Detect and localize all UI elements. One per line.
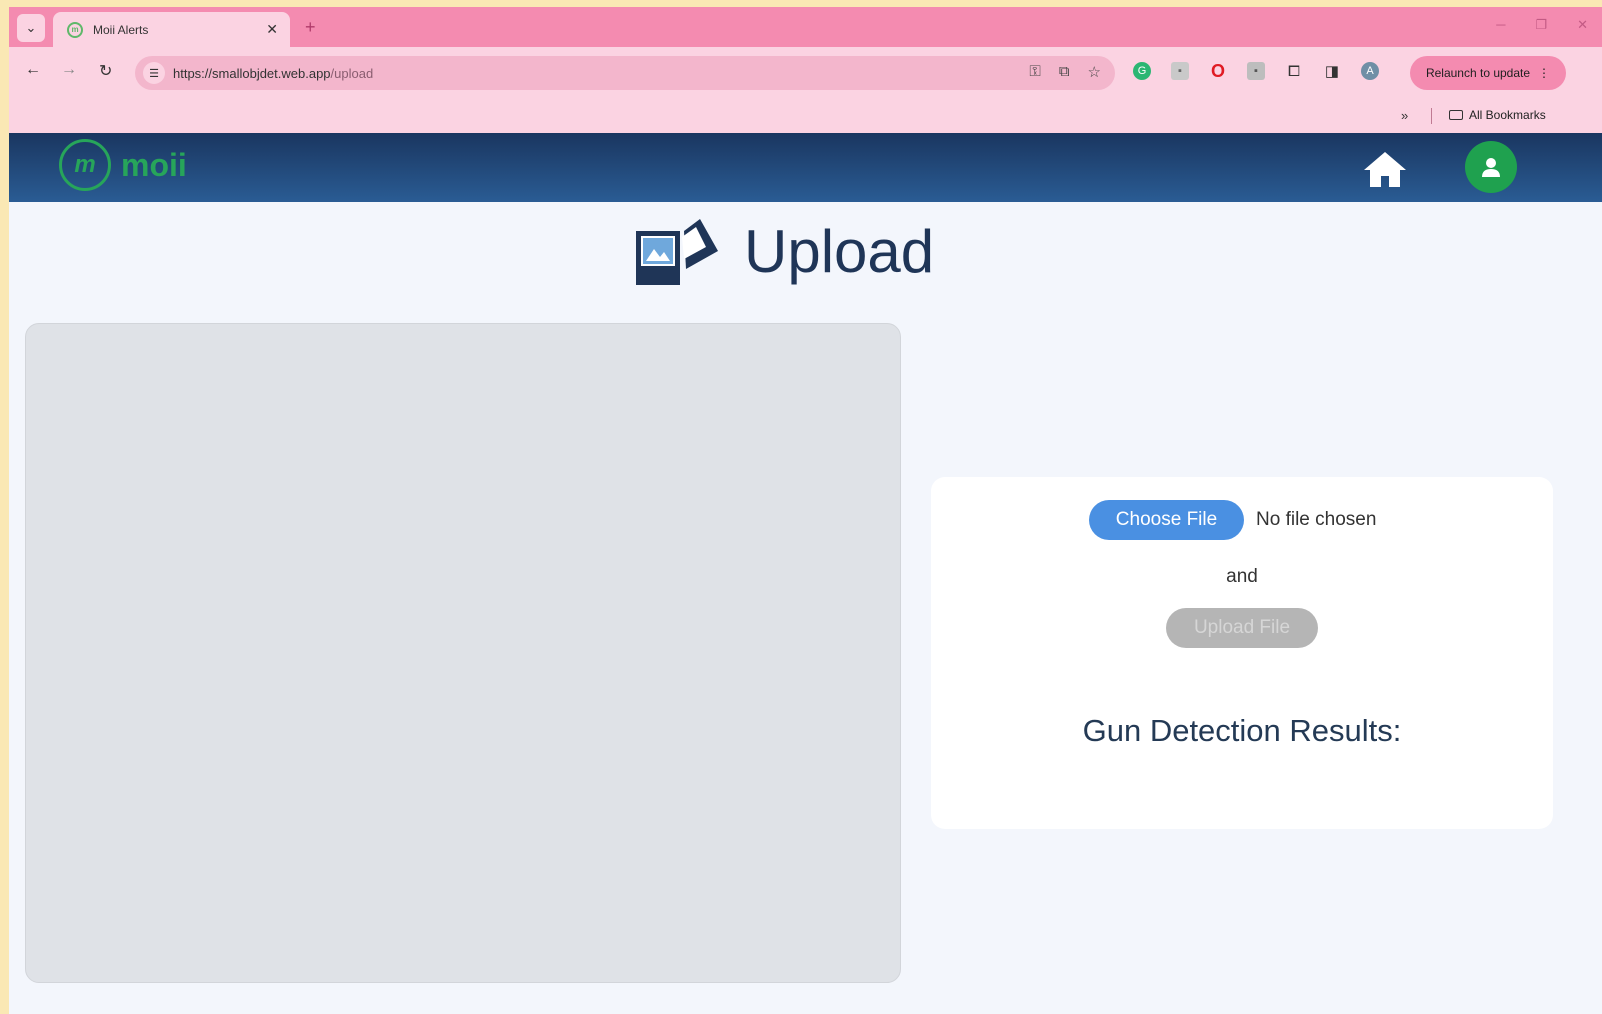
- address-bar[interactable]: ☰ https://smallobjdet.web.app/upload ⚿ ⧉…: [135, 56, 1115, 90]
- user-icon: [1482, 158, 1500, 177]
- bookmarks-overflow-icon[interactable]: »: [1401, 108, 1408, 123]
- all-bookmarks-label: All Bookmarks: [1469, 108, 1546, 122]
- and-text: and: [1226, 566, 1258, 587]
- results-heading: Gun Detection Results:: [1082, 713, 1402, 748]
- back-arrow-icon[interactable]: ←: [25, 61, 41, 79]
- relaunch-button[interactable]: Relaunch to update ⋮: [1410, 56, 1566, 90]
- all-bookmarks-button[interactable]: All Bookmarks: [1449, 108, 1546, 122]
- page-title-area: Upload: [634, 215, 934, 287]
- opera-extension-icon[interactable]: O: [1209, 61, 1227, 81]
- forward-arrow-icon[interactable]: →: [61, 61, 77, 79]
- chevron-down-icon: ⌄: [25, 20, 37, 35]
- user-avatar-button[interactable]: [1465, 141, 1517, 193]
- choose-file-button[interactable]: Choose File: [1089, 500, 1244, 540]
- relaunch-label: Relaunch to update: [1425, 66, 1531, 80]
- app-header: m moii: [9, 133, 1602, 202]
- upload-card: Choose File No file chosen and Upload Fi…: [931, 477, 1553, 829]
- browser-window: ⌄ m Moii Alerts ✕ + ─ ❐ ✕ ← → ↻ ☰ https:…: [9, 7, 1602, 1014]
- side-panel-icon[interactable]: ◨: [1323, 62, 1341, 80]
- restore-icon[interactable]: ❐: [1535, 17, 1547, 33]
- grammarly-extension-icon[interactable]: G: [1133, 62, 1151, 80]
- extension-icon[interactable]: ▪: [1247, 62, 1265, 80]
- reload-icon[interactable]: ↻: [99, 61, 112, 81]
- tab-search-button[interactable]: ⌄: [17, 14, 45, 42]
- moii-logo-mark-icon: m: [59, 139, 111, 191]
- bookmarks-separator: [1431, 108, 1432, 124]
- file-status-text: No file chosen: [1256, 509, 1377, 530]
- url-text[interactable]: https://smallobjdet.web.app/upload: [173, 66, 373, 81]
- image-preview-area: [25, 323, 901, 983]
- home-icon[interactable]: [1362, 149, 1408, 189]
- install-app-icon[interactable]: ⧉: [1059, 63, 1070, 81]
- moii-logo[interactable]: m moii: [59, 139, 187, 191]
- browser-toolbar: ← → ↻ ☰ https://smallobjdet.web.app/uplo…: [9, 47, 1602, 99]
- password-key-icon[interactable]: ⚿: [1029, 63, 1040, 81]
- extensions-area: G ▪ O ▪ ⧠ ◨ A: [1133, 61, 1379, 81]
- tab-strip: ⌄ m Moii Alerts ✕ + ─ ❐ ✕: [9, 7, 1602, 47]
- tab-title: Moii Alerts: [93, 22, 149, 37]
- close-window-icon[interactable]: ✕: [1577, 17, 1588, 33]
- close-tab-icon[interactable]: ✕: [266, 21, 278, 38]
- puzzle-extensions-icon[interactable]: ⧠: [1285, 62, 1303, 80]
- bookmarks-bar: » All Bookmarks: [9, 99, 1602, 133]
- profile-icon[interactable]: A: [1361, 62, 1379, 80]
- new-tab-button[interactable]: +: [305, 17, 316, 38]
- bookmark-star-icon[interactable]: ☆: [1088, 63, 1101, 81]
- page-title: Upload: [744, 217, 935, 285]
- upload-file-button[interactable]: Upload File: [1166, 608, 1318, 648]
- browser-tab[interactable]: m Moii Alerts ✕: [53, 12, 290, 47]
- more-vert-icon: ⋮: [1538, 66, 1551, 80]
- window-controls: ─ ❐ ✕: [1496, 17, 1588, 33]
- image-upload-icon: [636, 219, 718, 285]
- url-path: /upload: [330, 65, 374, 81]
- logo-text: moii: [121, 146, 187, 183]
- moii-favicon-icon: m: [67, 21, 83, 38]
- address-bar-actions: ⚿ ⧉ ☆: [1029, 63, 1101, 81]
- site-settings-icon[interactable]: ☰: [143, 62, 165, 84]
- folder-icon: [1449, 110, 1463, 120]
- url-base: https://smallobjdet.web.app: [173, 65, 331, 81]
- file-picker: Choose File No file chosen: [1089, 500, 1376, 540]
- minimize-icon[interactable]: ─: [1496, 17, 1505, 33]
- extension-icon[interactable]: ▪: [1171, 62, 1189, 80]
